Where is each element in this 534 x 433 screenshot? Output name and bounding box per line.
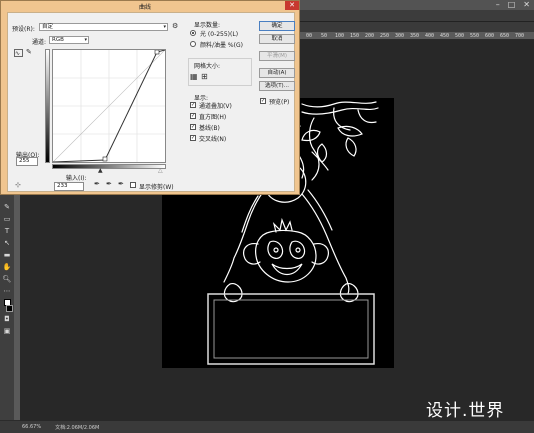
curve-plot bbox=[52, 49, 166, 163]
preset-label: 预设(R): bbox=[12, 26, 35, 33]
ruler-tick: 250 bbox=[380, 33, 390, 39]
channel-overlay-label: 通道叠加(V) bbox=[199, 103, 232, 110]
preview-checkbox[interactable]: ✓ bbox=[260, 98, 266, 104]
grid-fine-icon[interactable]: ▦ bbox=[190, 73, 198, 81]
ruler-tick: 200 bbox=[365, 33, 375, 39]
eraser-tool-icon[interactable]: ▭ bbox=[3, 215, 12, 224]
channel-overlay-checkbox[interactable]: ✓ bbox=[190, 102, 196, 108]
status-bar: 66.67% 文档:2.06M/2.06M bbox=[0, 421, 534, 433]
shape-tool-icon[interactable]: ▬ bbox=[3, 251, 12, 260]
document-size: 文档:2.06M/2.06M bbox=[55, 424, 100, 431]
hand-tool-icon[interactable]: ✋ bbox=[3, 263, 12, 272]
ruler-tick: 150 bbox=[350, 33, 360, 39]
ruler-tick: 00 bbox=[306, 33, 313, 39]
preview-label: 预览(P) bbox=[269, 99, 290, 106]
ruler-tick: 450 bbox=[440, 33, 450, 39]
ruler-tick: 700 bbox=[515, 33, 525, 39]
pigment-radio[interactable] bbox=[190, 41, 196, 47]
grid-coarse-icon[interactable]: ⊞ bbox=[201, 73, 208, 81]
preset-options-gear-icon[interactable]: ⚙ bbox=[172, 23, 178, 30]
light-option-label: 光 (0-255)(L) bbox=[200, 31, 239, 38]
ruler-tick: 50 bbox=[321, 33, 328, 39]
input-gradient-bar bbox=[52, 164, 166, 169]
options-button[interactable]: 选项(T)... bbox=[259, 81, 295, 91]
channel-label: 通道: bbox=[32, 39, 47, 46]
close-window-button[interactable]: ✕ bbox=[523, 1, 530, 9]
window-controls: – □ ✕ bbox=[496, 1, 530, 9]
curves-dialog: 曲线 ✕ 预设(R): 自定 ▾ ⚙ 通道: RGB ▾ ∿ ✎ ▲ △ 输出(… bbox=[0, 0, 300, 195]
horizontal-ruler: 00 50 100 150 200 250 300 350 400 450 50… bbox=[300, 32, 534, 40]
dialog-body: 预设(R): 自定 ▾ ⚙ 通道: RGB ▾ ∿ ✎ ▲ △ 输出(O): 2… bbox=[7, 12, 295, 192]
screen-mode-icon[interactable]: ▣ bbox=[3, 327, 12, 336]
ruler-tick: 550 bbox=[470, 33, 480, 39]
baseline-checkbox[interactable]: ✓ bbox=[190, 124, 196, 130]
tools-panel: ✎ ▭ T ↖ ▬ ✋ 🔍︎ ⋯ ◘ ▣ bbox=[0, 195, 14, 420]
zoom-tool-icon[interactable]: 🔍︎ bbox=[3, 275, 12, 284]
curve-points-mode-icon[interactable]: ∿ bbox=[14, 49, 23, 57]
preset-value: 自定 bbox=[42, 24, 54, 30]
zoom-level[interactable]: 66.67% bbox=[22, 424, 41, 430]
input-label: 输入(I): bbox=[66, 175, 87, 182]
ruler-tick: 300 bbox=[395, 33, 405, 39]
document-tab-bar bbox=[300, 22, 534, 32]
white-eyedropper-icon[interactable]: ✒ bbox=[118, 181, 124, 188]
ruler-tick: 500 bbox=[455, 33, 465, 39]
light-radio[interactable] bbox=[190, 30, 196, 36]
output-gradient-bar bbox=[45, 49, 50, 163]
pigment-option-label: 颜料/油墨 %(G) bbox=[200, 42, 243, 49]
ruler-tick: 600 bbox=[485, 33, 495, 39]
display-amount-title: 显示数量: bbox=[194, 22, 221, 29]
curves-graph[interactable] bbox=[52, 49, 166, 163]
quick-mask-icon[interactable]: ◘ bbox=[3, 315, 12, 324]
histogram-label: 直方图(H) bbox=[199, 114, 227, 121]
white-point-slider-icon[interactable]: △ bbox=[158, 167, 163, 174]
on-image-adjust-icon[interactable]: ⊹ bbox=[15, 182, 21, 189]
photoshop-window: – □ ✕ 00 50 100 150 200 250 300 350 400 … bbox=[0, 0, 534, 433]
pencil-mode-icon[interactable]: ✎ bbox=[26, 49, 32, 56]
maximize-button[interactable]: □ bbox=[508, 1, 516, 9]
path-selection-icon[interactable]: ↖ bbox=[3, 239, 12, 248]
output-field[interactable]: 255 bbox=[16, 157, 38, 166]
cancel-button[interactable]: 取消 bbox=[259, 34, 295, 44]
more-tools-icon[interactable]: ⋯ bbox=[3, 287, 12, 296]
channel-value: RGB bbox=[52, 37, 64, 43]
show-clipping-checkbox[interactable] bbox=[130, 182, 136, 188]
ruler-tick: 650 bbox=[500, 33, 510, 39]
brush-tool-icon[interactable]: ✎ bbox=[3, 203, 12, 212]
minimize-button[interactable]: – bbox=[496, 1, 500, 9]
show-clipping-label: 显示修剪(W) bbox=[139, 184, 174, 191]
intersection-line-checkbox[interactable]: ✓ bbox=[190, 135, 196, 141]
ok-button[interactable]: 确定 bbox=[259, 21, 295, 31]
watermark: 设计.世界 bbox=[426, 401, 505, 421]
ruler-tick: 100 bbox=[335, 33, 345, 39]
gray-eyedropper-icon[interactable]: ✒ bbox=[106, 181, 112, 188]
histogram-checkbox[interactable]: ✓ bbox=[190, 113, 196, 119]
preset-select[interactable]: 自定 ▾ bbox=[39, 23, 168, 31]
type-tool-icon[interactable]: T bbox=[3, 227, 12, 236]
ruler-tick: 400 bbox=[425, 33, 435, 39]
black-eyedropper-icon[interactable]: ✒ bbox=[94, 181, 100, 188]
dialog-title: 曲线 bbox=[139, 4, 152, 11]
intersection-line-label: 交叉线(N) bbox=[199, 136, 227, 143]
black-point-slider-icon[interactable]: ▲ bbox=[98, 167, 103, 174]
smooth-button[interactable]: 平滑(M) bbox=[259, 51, 295, 61]
channel-select[interactable]: RGB ▾ bbox=[49, 36, 89, 44]
auto-button[interactable]: 自动(A) bbox=[259, 68, 295, 78]
grid-size-title: 网格大小: bbox=[194, 63, 221, 70]
ruler-tick: 350 bbox=[410, 33, 420, 39]
dialog-title-bar[interactable]: 曲线 ✕ bbox=[1, 1, 301, 11]
baseline-label: 基线(B) bbox=[199, 125, 220, 132]
dialog-close-button[interactable]: ✕ bbox=[285, 1, 299, 10]
background-color-swatch[interactable] bbox=[5, 305, 13, 312]
input-field[interactable]: 233 bbox=[54, 182, 84, 191]
